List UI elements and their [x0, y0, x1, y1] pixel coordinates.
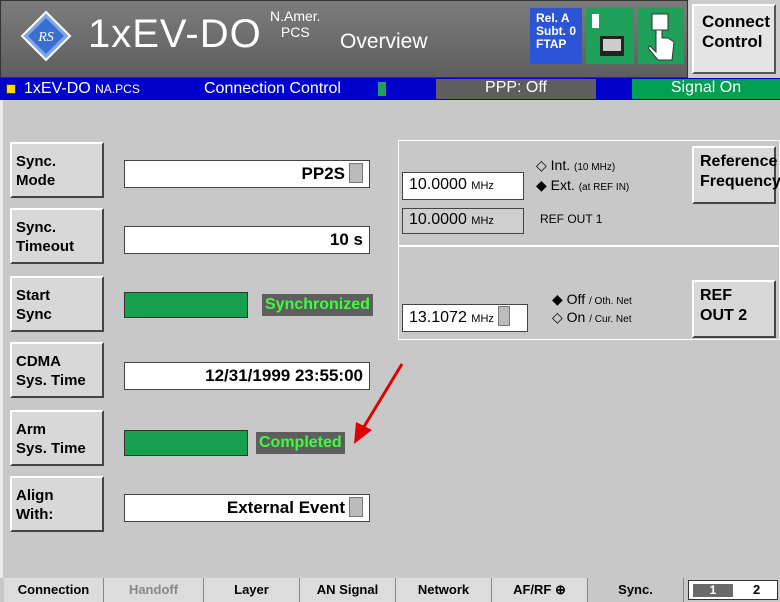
standard-title: 1xEV-DO — [88, 12, 262, 56]
page-2[interactable]: 2 — [753, 582, 760, 597]
off-sub: / Oth. Net — [588, 296, 632, 307]
align-with-value: External Event — [226, 498, 345, 517]
tab-network[interactable]: Network — [396, 578, 492, 602]
dropdown-arrow-icon[interactable] — [349, 496, 363, 517]
page-selector[interactable]: 1 2 — [688, 580, 778, 600]
on-sub: / Cur. Net — [589, 314, 632, 325]
button-line: Sync — [16, 306, 52, 323]
sync-timeout-input[interactable]: 10 s — [124, 226, 370, 254]
radio-on[interactable]: ◇ On / Cur. Net — [552, 308, 632, 329]
radio-empty-icon: ◇ — [552, 309, 563, 325]
sync-timeout-value: 10 s — [329, 230, 363, 249]
ref-out1-label: REF OUT 1 — [540, 212, 603, 226]
sync-mode-value: PP2S — [301, 164, 345, 183]
svg-text:RS: RS — [37, 30, 54, 45]
button-line: Align — [16, 487, 54, 504]
ref-out2-unit: MHz — [471, 313, 494, 326]
tab-layer[interactable]: Layer — [204, 578, 300, 602]
status-section: Connection Control — [204, 80, 341, 97]
mobile-phone-icon — [586, 8, 634, 64]
ref-out2-select[interactable]: 13.1072 MHz — [402, 304, 528, 332]
sync-mode-select[interactable]: PP2S — [124, 160, 370, 188]
off-label: Off — [566, 291, 586, 307]
band-name: N.Amer. — [270, 8, 321, 24]
band-sub: PCS — [280, 24, 310, 40]
arm-sys-time-button[interactable]: Arm Sys. Time — [10, 410, 104, 466]
sync-status-text: Synchronized — [262, 294, 373, 316]
tab-sync[interactable]: Sync. — [588, 578, 684, 602]
align-with-button[interactable]: Align With: — [10, 476, 104, 532]
int-sub: (10 MHz) — [574, 162, 616, 173]
button-line: REF — [700, 287, 732, 304]
hand-pointer-icon-graphic — [647, 13, 675, 61]
connect-control-button[interactable]: Connect Control — [692, 4, 776, 74]
tab-connection[interactable]: Connection — [4, 578, 104, 602]
button-line: Start — [16, 287, 51, 304]
band-label: N.Amer. PCS — [270, 8, 321, 40]
mobile-phone-icon-graphic — [592, 14, 624, 56]
connection-icon — [378, 82, 386, 96]
cdma-sys-time-input[interactable]: 12/31/1999 23:55:00 — [124, 362, 370, 390]
dropdown-arrow-icon[interactable] — [497, 306, 510, 326]
radio-selected-icon: ◆ — [552, 291, 563, 307]
int-label: Int. — [550, 157, 571, 173]
ref-out1-unit: MHz — [471, 215, 494, 227]
button-line: With: — [16, 506, 54, 523]
reference-frequency-button[interactable]: Reference Frequency — [692, 146, 780, 204]
status-indicator-icon — [6, 84, 16, 94]
cdma-sys-time-button[interactable]: CDMA Sys. Time — [10, 342, 104, 398]
button-line: Frequency — [700, 173, 780, 190]
arm-status-text: Completed — [256, 432, 345, 454]
screen-title: Overview — [340, 30, 428, 53]
mode-line: FTAP — [536, 37, 567, 51]
hand-pointer-icon — [638, 8, 684, 64]
sync-mode-button[interactable]: Sync. Mode — [10, 142, 104, 198]
dropdown-arrow-icon[interactable] — [349, 162, 363, 183]
rf-connector-icon: ⊕ — [555, 582, 566, 597]
button-line: Sys. Time — [16, 440, 86, 457]
ext-label: Ext. — [550, 177, 575, 193]
tab-handoff[interactable]: Handoff — [104, 578, 204, 602]
sync-progress-bar — [124, 292, 248, 318]
page-1[interactable]: 1 — [693, 584, 733, 597]
ext-sub: (at REF IN) — [578, 182, 630, 193]
button-line: Timeout — [16, 238, 75, 255]
button-line: Sync. — [16, 153, 57, 170]
rohde-schwarz-logo: RS — [20, 10, 72, 62]
ref-out2-value: 13.1072 — [409, 309, 467, 327]
align-with-select[interactable]: External Event — [124, 494, 370, 522]
reference-frequency-input[interactable]: 10.0000 MHz — [402, 172, 524, 200]
button-line: Mode — [16, 172, 56, 189]
tab-an-signal[interactable]: AN Signal — [300, 578, 396, 602]
tab-af-rf[interactable]: AF/RF ⊕ — [492, 578, 588, 602]
button-line: CDMA — [16, 353, 61, 370]
signal-status: Signal On — [632, 79, 780, 99]
radio-empty-icon: ◇ — [536, 157, 547, 173]
radio-ext[interactable]: ◆ Ext. (at REF IN) — [536, 176, 629, 197]
on-label: On — [566, 309, 586, 325]
radio-int[interactable]: ◇ Int. (10 MHz) — [536, 156, 615, 177]
ref-out1-value: 10.0000 — [409, 211, 467, 228]
button-line: Sys. Time — [16, 372, 86, 389]
status-band: NA.PCS — [95, 82, 140, 96]
connect-control-label: Connect Control — [702, 12, 770, 51]
reference-frequency-unit: MHz — [471, 180, 494, 192]
button-line: OUT 2 — [700, 307, 748, 324]
button-line: Reference — [700, 153, 778, 170]
button-line: Arm — [16, 421, 47, 438]
ref-out2-button[interactable]: REF OUT 2 — [692, 280, 776, 338]
ref-out1-readout: 10.0000 MHz — [402, 208, 524, 234]
status-standard-name: 1xEV-DO — [24, 80, 91, 97]
status-standard: 1xEV-DO NA.PCS — [24, 80, 140, 98]
radio-selected-icon: ◆ — [536, 177, 547, 193]
button-line: Sync. — [16, 219, 57, 236]
reference-frequency-value: 10.0000 — [409, 176, 467, 193]
tab-af-rf-label: AF/RF — [513, 582, 552, 597]
release-badge: Rel. A Subt. 0 FTAP — [530, 8, 582, 64]
start-sync-button[interactable]: Start Sync — [10, 276, 104, 332]
sync-timeout-button[interactable]: Sync. Timeout — [10, 208, 104, 264]
annotation-arrow-icon — [354, 363, 404, 444]
ppp-status: PPP: Off — [436, 79, 596, 99]
arm-progress-bar — [124, 430, 248, 456]
